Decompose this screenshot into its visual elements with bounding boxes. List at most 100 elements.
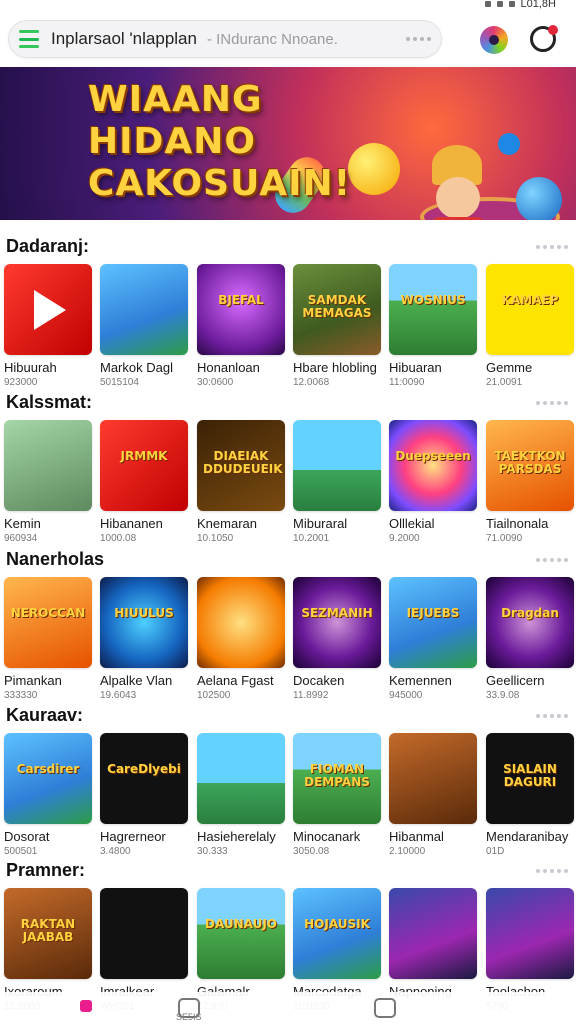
app-download-count: 30.333 xyxy=(197,846,228,857)
app-name: Geellicern xyxy=(486,673,545,688)
app-card[interactable]: HIUULUS Alpalke Vlan 19.6043 xyxy=(100,577,192,707)
app-thumbnail[interactable]: SIALAIN DAGURI xyxy=(486,733,574,824)
app-name: Olllekial xyxy=(389,516,435,531)
app-thumbnail[interactable] xyxy=(389,888,477,979)
app-thumbnail[interactable] xyxy=(4,264,92,355)
app-thumbnail[interactable] xyxy=(293,420,381,511)
app-name: Aelana Fgast xyxy=(197,673,274,688)
app-thumbnail[interactable]: DAUNAUJO xyxy=(197,888,285,979)
more-dots-icon[interactable] xyxy=(406,37,431,41)
section-title[interactable]: Nanerholas xyxy=(6,549,104,570)
app-card[interactable]: SIALAIN DAGURI Mendaranibay 01D xyxy=(486,733,576,863)
search-bar[interactable]: Inplarsaol 'nlapplan - INduranc Nnoane. xyxy=(8,20,442,58)
app-thumbnail[interactable] xyxy=(486,888,574,979)
app-card[interactable]: Hibuurah 923000 xyxy=(4,264,96,394)
app-thumbnail[interactable]: IEJUEBS xyxy=(389,577,477,668)
app-card[interactable]: FIOMAN DEMPANS Minocanark 3050.08 xyxy=(293,733,385,863)
status-time: L01,8H xyxy=(520,0,556,10)
app-thumbnail[interactable]: Dragdan xyxy=(486,577,574,668)
app-thumbnail[interactable] xyxy=(197,577,285,668)
app-thumbnail-caption: BJEFAL xyxy=(218,293,264,307)
app-artwork xyxy=(100,888,188,979)
app-name: Hagrerneor xyxy=(100,829,166,844)
app-card[interactable]: Hibanmal 2.10000 xyxy=(389,733,481,863)
nav-library-icon[interactable] xyxy=(374,998,396,1018)
app-card[interactable]: Miburaral 10.2001 xyxy=(293,420,385,550)
app-name: Hibuurah xyxy=(4,360,57,375)
app-card[interactable]: JRMMK Hibananen 1000.08 xyxy=(100,420,192,550)
section-more-icon[interactable] xyxy=(536,245,568,249)
app-name: Dosorat xyxy=(4,829,50,844)
user-icon[interactable] xyxy=(530,25,558,52)
app-card[interactable]: DIAEIAK DDUDEUEIK Knemaran 10.1050 xyxy=(197,420,289,550)
promo-banner[interactable]: WIAANG HIDANO CAKOSUAIN! xyxy=(0,67,576,220)
app-thumbnail[interactable]: KAMAEP xyxy=(486,264,574,355)
app-card[interactable]: SAMDAK MEMAGAS Hbare hlobling 12.0068 xyxy=(293,264,385,394)
app-name: Alpalke Vlan xyxy=(100,673,173,688)
palette-icon[interactable] xyxy=(480,26,508,54)
app-card[interactable]: NEROCCAN Pimankan 333330 xyxy=(4,577,96,707)
app-thumbnail[interactable]: NEROCCAN xyxy=(4,577,92,668)
app-card[interactable]: KAMAEP Gemme 21.0091 xyxy=(486,264,576,394)
app-card[interactable]: CareDlyebi Hagrerneor 3.4800 xyxy=(100,733,192,863)
app-thumbnail[interactable]: CareDlyebi xyxy=(100,733,188,824)
app-thumbnail[interactable]: HIUULUS xyxy=(100,577,188,668)
app-name: Pimankan xyxy=(4,673,62,688)
section-more-icon[interactable] xyxy=(536,869,568,873)
app-name: Miburaral xyxy=(293,516,348,531)
app-thumbnail[interactable] xyxy=(197,733,285,824)
app-card[interactable]: TAEKTKON PARSDAS Tiailnonala 71.0090 xyxy=(486,420,576,550)
app-thumbnail[interactable]: FIOMAN DEMPANS xyxy=(293,733,381,824)
app-artwork xyxy=(293,888,381,979)
app-thumbnail-caption: SAMDAK MEMAGAS xyxy=(302,293,372,320)
app-download-count: 3.4800 xyxy=(100,846,131,857)
app-artwork xyxy=(4,577,92,668)
app-card[interactable]: Duepseeen Olllekial 9.2000 xyxy=(389,420,481,550)
app-card[interactable]: SEZMANIH Docaken 11.8992 xyxy=(293,577,385,707)
app-card[interactable]: Dragdan Geellicern 33.9.08 xyxy=(486,577,576,707)
app-card[interactable]: IEJUEBS Kemennen 945000 xyxy=(389,577,481,707)
app-artwork xyxy=(486,577,574,668)
app-thumbnail-caption: SEZMANIH xyxy=(301,606,373,620)
app-thumbnail[interactable]: SEZMANIH xyxy=(293,577,381,668)
section-title[interactable]: Kauraav: xyxy=(6,705,83,726)
app-thumbnail[interactable]: BJEFAL xyxy=(197,264,285,355)
section-title[interactable]: Dadaranj: xyxy=(6,236,89,257)
app-thumbnail[interactable]: SAMDAK MEMAGAS xyxy=(293,264,381,355)
app-artwork xyxy=(389,420,477,511)
nav-home-icon[interactable] xyxy=(80,1000,92,1012)
section-more-icon[interactable] xyxy=(536,558,568,562)
app-card[interactable]: Markok Dagl 5015104 xyxy=(100,264,192,394)
app-thumbnail-caption: HOJAUSIK xyxy=(304,917,370,931)
app-thumbnail[interactable]: Carsdirer xyxy=(4,733,92,824)
app-card[interactable]: Hasieherelaly 30.333 xyxy=(197,733,289,863)
app-thumbnail[interactable] xyxy=(4,420,92,511)
app-artwork xyxy=(293,577,381,668)
section-more-icon[interactable] xyxy=(536,401,568,405)
app-thumbnail[interactable] xyxy=(389,733,477,824)
app-card[interactable]: Kemin 960934 xyxy=(4,420,96,550)
app-thumbnail[interactable] xyxy=(100,264,188,355)
app-thumbnail[interactable]: Duepseeen xyxy=(389,420,477,511)
app-thumbnail[interactable]: HOJAUSIK xyxy=(293,888,381,979)
app-thumbnail[interactable] xyxy=(100,888,188,979)
section-title[interactable]: Kalssmat: xyxy=(6,392,92,413)
menu-icon[interactable] xyxy=(19,30,39,48)
app-thumbnail[interactable]: WOSNIUS xyxy=(389,264,477,355)
section-title[interactable]: Pramner: xyxy=(6,860,85,881)
app-card[interactable]: WOSNIUS Hibuaran 11:0090 xyxy=(389,264,481,394)
app-artwork xyxy=(197,264,285,355)
app-thumbnail[interactable]: JRMMK xyxy=(100,420,188,511)
app-card[interactable]: BJEFAL Honanloan 30:0600 xyxy=(197,264,289,394)
signal-icon xyxy=(484,1,491,7)
app-thumbnail[interactable]: RAKTAN JAABAB xyxy=(4,888,92,979)
app-name: Gemme xyxy=(486,360,533,375)
app-thumbnail[interactable]: DIAEIAK DDUDEUEIK xyxy=(197,420,285,511)
app-card[interactable]: Aelana Fgast 102500 xyxy=(197,577,289,707)
app-card[interactable]: Carsdirer Dosorat 500501 xyxy=(4,733,96,863)
app-thumbnail[interactable]: TAEKTKON PARSDAS xyxy=(486,420,574,511)
section-more-icon[interactable] xyxy=(536,714,568,718)
top-bar: Inplarsaol 'nlapplan - INduranc Nnoane. xyxy=(0,14,576,64)
app-thumbnail-caption: DIAEIAK DDUDEUEIK xyxy=(203,449,283,476)
search-input[interactable]: Inplarsaol 'nlapplan xyxy=(51,29,197,49)
